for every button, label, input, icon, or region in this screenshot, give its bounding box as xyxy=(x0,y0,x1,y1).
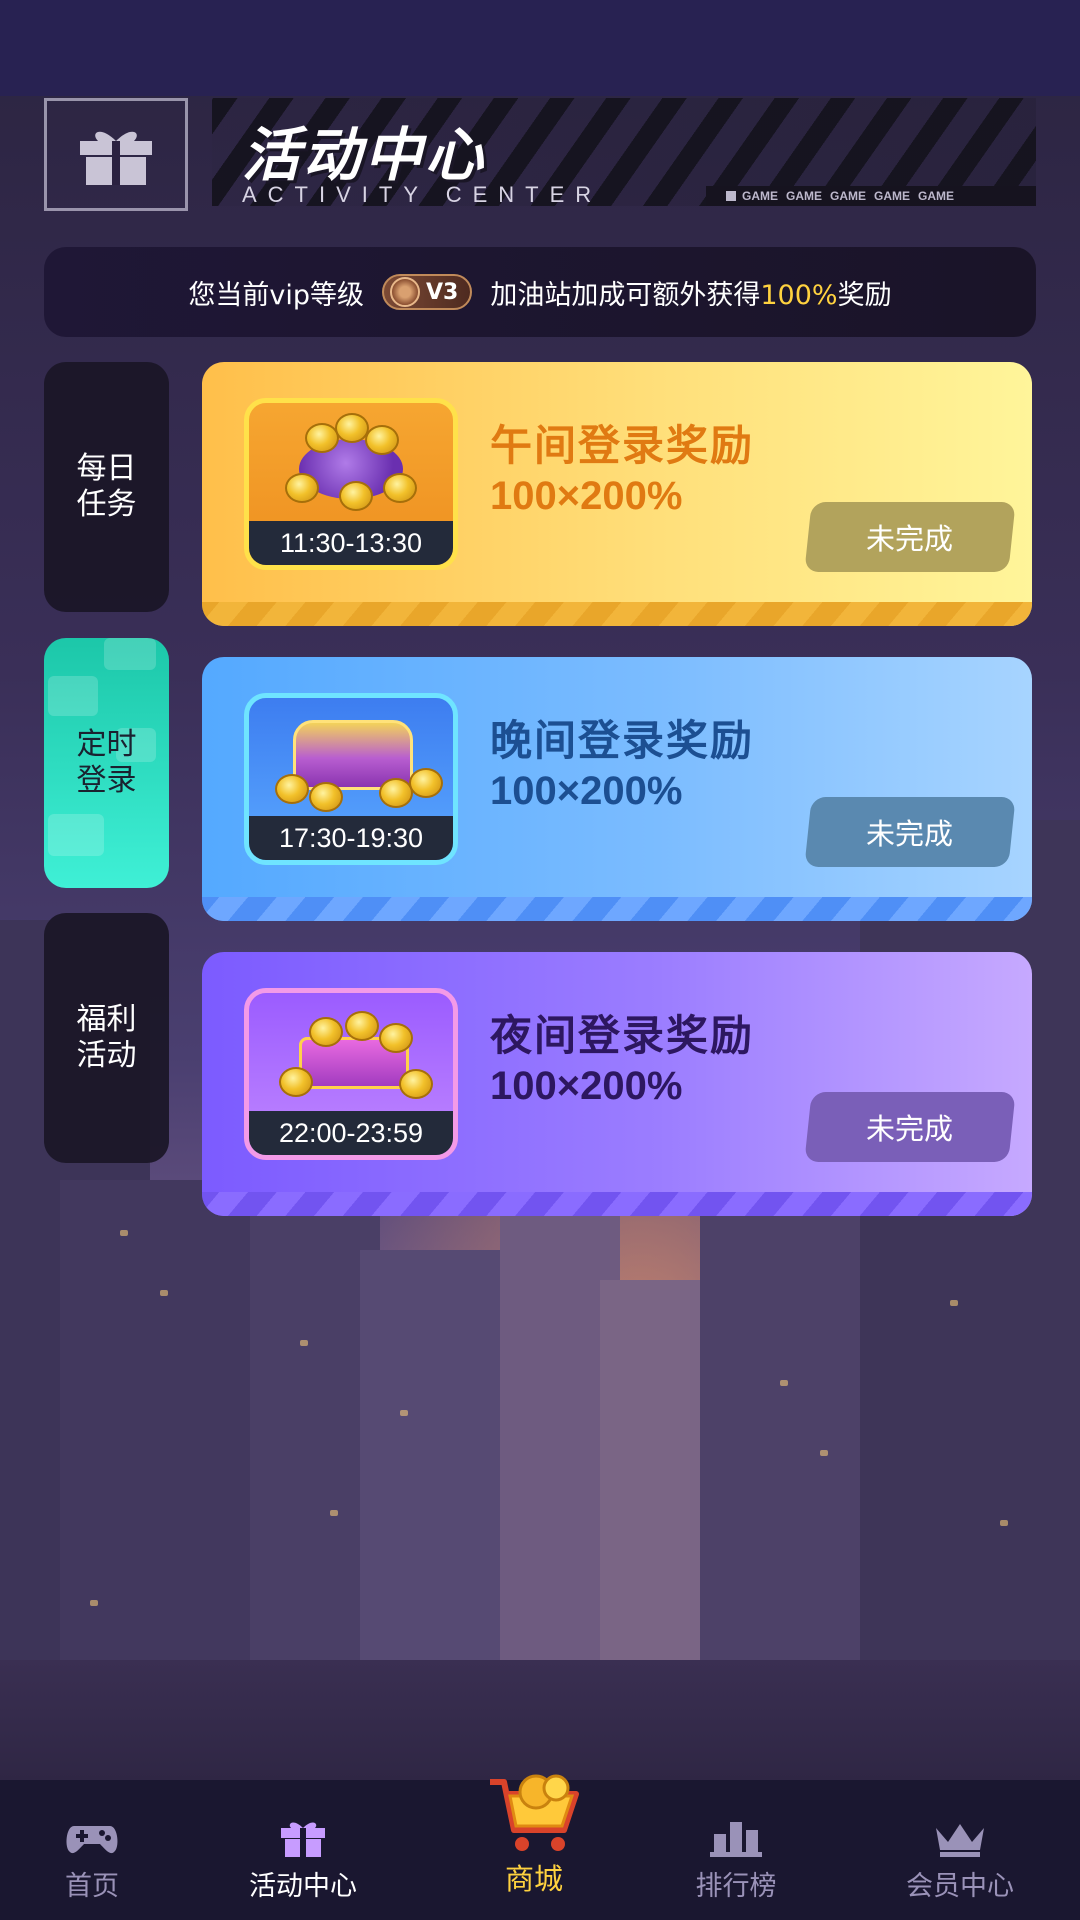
nav-home[interactable]: 首页 xyxy=(2,1780,182,1920)
vip-prefix: 您当前vip等级 xyxy=(188,279,365,311)
podium-icon xyxy=(710,1822,762,1857)
vip-middle-text: 加油站加成可额外获得 xyxy=(490,279,761,311)
card-value: 100×200% xyxy=(490,769,683,813)
card-stripe xyxy=(202,1192,1032,1216)
tab-label: 每日任务 xyxy=(76,451,137,522)
reward-card-evening: 17:30-19:30 晚间登录奖励 100×200% 未完成 xyxy=(202,657,1032,921)
vip-percent: 100% xyxy=(760,279,838,311)
square-icon xyxy=(726,191,736,201)
game-tag: GAME xyxy=(918,189,954,203)
card-title: 晚间登录奖励 xyxy=(490,716,755,765)
vip-level-badge: V3 xyxy=(382,274,473,310)
vip-description: 加油站加成可额外获得100%奖励 xyxy=(490,273,891,312)
game-tag: GAME xyxy=(786,189,822,203)
vip-level: V3 xyxy=(426,279,459,305)
tab-welfare-activities[interactable]: 福利活动 xyxy=(44,913,169,1163)
time-window: 17:30-19:30 xyxy=(249,816,453,860)
game-tag: GAME xyxy=(830,189,866,203)
nav-home-label: 首页 xyxy=(65,1871,119,1902)
time-window: 11:30-13:30 xyxy=(249,521,453,565)
nav-member[interactable]: 会员中心 xyxy=(870,1780,1050,1920)
nav-activity[interactable]: 活动中心 xyxy=(213,1780,393,1920)
gift-icon xyxy=(80,131,152,185)
game-tag: GAME xyxy=(874,189,910,203)
time-window: 22:00-23:59 xyxy=(249,1111,453,1155)
tab-daily-tasks[interactable]: 每日任务 xyxy=(44,362,169,612)
gamepad-icon xyxy=(66,1826,118,1854)
card-stripe xyxy=(202,897,1032,921)
bottom-navigation: 首页 活动中心 商城 排行榜 会员中心 xyxy=(0,1774,1080,1920)
reward-image-evening: 17:30-19:30 xyxy=(244,693,458,865)
tile-decoration xyxy=(104,638,156,670)
status-bar xyxy=(0,0,1080,96)
tile-decoration xyxy=(48,676,98,716)
nav-ranking[interactable]: 排行榜 xyxy=(646,1780,826,1920)
tile-decoration xyxy=(48,814,104,856)
nav-shop-label: 商城 xyxy=(504,1862,563,1896)
reward-image-night: 22:00-23:59 xyxy=(244,988,458,1160)
tab-label: 定时登录 xyxy=(76,727,137,798)
card-value: 100×200% xyxy=(490,474,683,518)
card-title: 夜间登录奖励 xyxy=(490,1011,755,1060)
header-gift-icon-box xyxy=(44,98,188,211)
vip-suffix: 奖励 xyxy=(837,279,892,311)
gift-icon xyxy=(281,1822,325,1857)
status-button-label: 未完成 xyxy=(866,522,954,556)
status-button-label: 未完成 xyxy=(866,1112,954,1146)
vip-emblem-icon xyxy=(390,277,421,307)
status-button-label: 未完成 xyxy=(866,817,954,851)
game-tag: GAME xyxy=(742,189,778,203)
card-value: 100×200% xyxy=(490,1064,683,1108)
vip-info-bar: 您当前vip等级 V3 加油站加成可额外获得100%奖励 xyxy=(44,247,1036,337)
nav-member-label: 会员中心 xyxy=(906,1871,1014,1902)
nav-ranking-label: 排行榜 xyxy=(695,1871,777,1902)
page-subtitle: ACTIVITY CENTER xyxy=(242,182,603,207)
crown-icon xyxy=(936,1824,984,1857)
nav-activity-label: 活动中心 xyxy=(249,1871,357,1902)
shopping-cart-icon xyxy=(490,1774,579,1851)
nav-shop[interactable]: 商城 xyxy=(444,1774,624,1920)
status-button[interactable]: 未完成 xyxy=(804,797,1016,867)
card-title: 午间登录奖励 xyxy=(490,421,755,470)
tab-label: 福利活动 xyxy=(76,1002,137,1073)
status-button[interactable]: 未完成 xyxy=(804,1092,1016,1162)
reward-card-night: 22:00-23:59 夜间登录奖励 100×200% 未完成 xyxy=(202,952,1032,1216)
reward-image-noon: 11:30-13:30 xyxy=(244,398,458,570)
game-tag-strip: GAME GAME GAME GAME GAME xyxy=(706,186,1036,206)
tab-timed-login[interactable]: 定时登录 xyxy=(44,638,169,888)
page-title: 活动中心 xyxy=(242,121,487,189)
reward-card-noon: 11:30-13:30 午间登录奖励 100×200% 未完成 xyxy=(202,362,1032,626)
status-button[interactable]: 未完成 xyxy=(804,502,1016,572)
card-stripe xyxy=(202,602,1032,626)
